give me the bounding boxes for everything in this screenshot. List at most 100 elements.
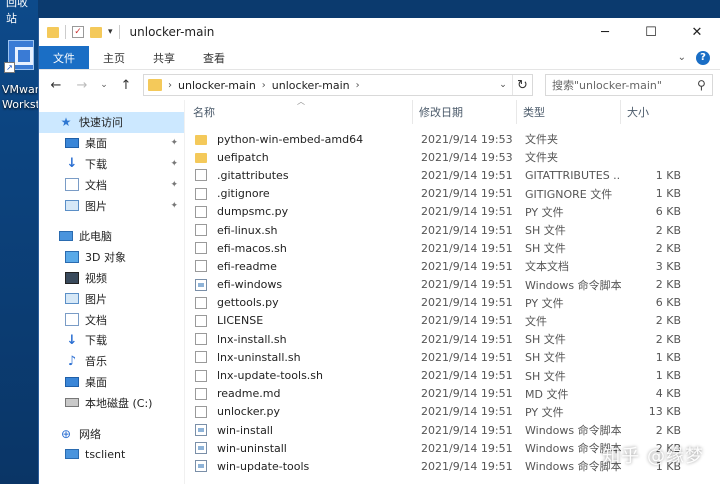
pin-icon[interactable]: ✦ [170, 159, 178, 169]
file-type: Windows 命令脚本 [525, 278, 621, 292]
sidebar-item-pictures-pc[interactable]: 图片 [39, 288, 184, 309]
file-name-cell[interactable]: win-update-tools [185, 460, 413, 473]
download-icon: ↓ [66, 156, 78, 172]
table-row[interactable]: gettools.py 2021/9/14 19:51 PY 文件 6 KB [185, 294, 720, 312]
sidebar-item-local-disk[interactable]: 本地磁盘 (C:) [39, 392, 184, 413]
file-name-cell[interactable]: .gitignore [185, 187, 413, 200]
sidebar-item-documents[interactable]: 文档 ✦ [39, 174, 184, 195]
file-date: 2021/9/14 19:51 [421, 296, 513, 310]
chevron-right-icon[interactable]: › [168, 80, 172, 91]
recent-locations-button[interactable]: ⌄ [97, 74, 111, 96]
column-header-size[interactable]: 大小 [621, 100, 685, 124]
file-size: 2 KB [655, 278, 681, 292]
file-name-cell[interactable]: efi-macos.sh [185, 242, 413, 255]
file-name-cell[interactable]: lnx-install.sh [185, 333, 413, 346]
file-name-cell[interactable]: uefipatch [185, 151, 413, 164]
file-name-cell[interactable]: win-uninstall [185, 442, 413, 455]
table-row[interactable]: uefipatch 2021/9/14 19:53 文件夹 [185, 148, 720, 166]
file-name-cell[interactable]: readme.md [185, 387, 413, 400]
file-name-cell[interactable]: efi-linux.sh [185, 224, 413, 237]
vmware-workstation-label[interactable]: VMwar Worksta [2, 82, 38, 112]
breadcrumb-segment[interactable]: unlocker-main [272, 79, 350, 92]
sidebar-item-tsclient[interactable]: tsclient [39, 444, 184, 465]
column-header-type[interactable]: 类型 [517, 100, 621, 124]
tab-share[interactable]: 共享 [139, 46, 189, 69]
file-size: 6 KB [655, 296, 681, 310]
file-name: uefipatch [217, 150, 269, 164]
table-row[interactable]: unlocker.py 2021/9/14 19:51 PY 文件 13 KB [185, 403, 720, 421]
search-box[interactable]: ⚲ [545, 74, 713, 96]
table-row[interactable]: lnx-install.sh 2021/9/14 19:51 SH 文件 2 KB [185, 330, 720, 348]
table-row[interactable]: lnx-update-tools.sh 2021/9/14 19:51 SH 文件 1… [185, 366, 720, 384]
sidebar-item-videos[interactable]: 视频 [39, 268, 184, 289]
sidebar-item-3d-objects[interactable]: 3D 对象 [39, 247, 184, 268]
table-row[interactable]: efi-windows 2021/9/14 19:51 Windows 命令脚本 2 … [185, 276, 720, 294]
file-name-cell[interactable]: lnx-update-tools.sh [185, 369, 413, 382]
help-icon[interactable]: ? [696, 50, 710, 65]
file-name-cell[interactable]: efi-windows [185, 278, 413, 291]
vmware-workstation-icon[interactable]: ↗ [4, 40, 34, 76]
tab-view[interactable]: 查看 [189, 46, 239, 69]
file-size: 1 KB [655, 350, 681, 364]
chevron-right-icon[interactable]: › [356, 80, 360, 91]
table-row[interactable]: win-install 2021/9/14 19:51 Windows 命令脚本 2 … [185, 421, 720, 439]
back-button[interactable]: ← [45, 74, 67, 96]
file-name-cell[interactable]: efi-readme [185, 260, 413, 273]
address-history-dropdown[interactable]: ⌄ [494, 75, 512, 95]
customize-qat-icon[interactable]: ▾ [108, 27, 113, 37]
file-name-cell[interactable]: .gitattributes [185, 169, 413, 182]
maximize-button[interactable]: ☐ [628, 18, 674, 46]
folder-icon[interactable] [47, 26, 59, 38]
table-row[interactable]: dumpsmc.py 2021/9/14 19:51 PY 文件 6 KB [185, 203, 720, 221]
sidebar-item-pictures[interactable]: 图片 ✦ [39, 195, 184, 216]
tab-home[interactable]: 主页 [89, 46, 139, 69]
file-name-cell[interactable]: dumpsmc.py [185, 205, 413, 218]
document-icon [65, 178, 79, 192]
table-row[interactable]: .gitignore 2021/9/14 19:51 GITIGNORE 文件 1 K… [185, 185, 720, 203]
file-name-cell[interactable]: win-install [185, 424, 413, 437]
sidebar-item-desktop-pc[interactable]: 桌面 [39, 372, 184, 393]
refresh-icon[interactable]: ↻ [512, 75, 532, 95]
up-button[interactable]: ↑ [115, 74, 137, 96]
file-name-cell[interactable]: gettools.py [185, 296, 413, 309]
properties-icon[interactable]: ✓ [72, 26, 84, 38]
file-name-cell[interactable]: python-win-embed-amd64 [185, 133, 413, 146]
file-type: SH 文件 [525, 351, 566, 365]
close-button[interactable]: ✕ [674, 18, 720, 46]
file-name-cell[interactable]: unlocker.py [185, 405, 413, 418]
sidebar-item-downloads[interactable]: ↓ 下载 ✦ [39, 154, 184, 175]
pin-icon[interactable]: ✦ [170, 201, 178, 211]
table-row[interactable]: python-win-embed-amd64 2021/9/14 19:53 文件夹 [185, 130, 720, 148]
table-row[interactable]: lnx-uninstall.sh 2021/9/14 19:51 SH 文件 1 KB [185, 348, 720, 366]
table-row[interactable]: readme.md 2021/9/14 19:51 MD 文件 4 KB [185, 385, 720, 403]
minimize-button[interactable]: ─ [582, 18, 628, 46]
breadcrumb-segment[interactable]: unlocker-main [178, 79, 256, 92]
file-name-cell[interactable]: LICENSE [185, 314, 413, 327]
sidebar-item-network[interactable]: ⊕ 网络 [39, 423, 184, 444]
search-icon[interactable]: ⚲ [697, 78, 706, 92]
sidebar-item-quick-access[interactable]: ★ 快速访问 [39, 112, 184, 133]
new-folder-icon[interactable] [90, 26, 102, 38]
sidebar-item-music[interactable]: ♪ 音乐 [39, 351, 184, 372]
chevron-right-icon[interactable]: › [262, 80, 266, 91]
sidebar-item-downloads-pc[interactable]: ↓ 下载 [39, 330, 184, 351]
search-input[interactable] [552, 78, 697, 92]
forward-button[interactable]: → [71, 74, 93, 96]
table-row[interactable]: LICENSE 2021/9/14 19:51 文件 2 KB [185, 312, 720, 330]
address-bar[interactable]: › unlocker-main › unlocker-main › ⌄ ↻ [143, 74, 533, 96]
expand-ribbon-icon[interactable]: ⌄ [678, 52, 686, 63]
sidebar-item-this-pc[interactable]: 此电脑 [39, 226, 184, 247]
pin-icon[interactable]: ✦ [170, 180, 178, 190]
file-name-cell[interactable]: lnx-uninstall.sh [185, 351, 413, 364]
file-type: GITATTRIBUTES ... [525, 168, 621, 182]
pin-icon[interactable]: ✦ [170, 138, 178, 148]
tab-file[interactable]: 文件 [39, 46, 89, 69]
table-row[interactable]: .gitattributes 2021/9/14 19:51 GITATTRIBUT… [185, 166, 720, 184]
sidebar-item-desktop[interactable]: 桌面 ✦ [39, 133, 184, 154]
recycle-bin-label[interactable]: 回收站 [6, 0, 38, 26]
table-row[interactable]: efi-macos.sh 2021/9/14 19:51 SH 文件 2 KB [185, 239, 720, 257]
table-row[interactable]: efi-linux.sh 2021/9/14 19:51 SH 文件 2 KB [185, 221, 720, 239]
column-header-date[interactable]: 修改日期 [413, 100, 517, 124]
sidebar-item-documents-pc[interactable]: 文档 [39, 309, 184, 330]
table-row[interactable]: efi-readme 2021/9/14 19:51 文本文档 3 KB [185, 257, 720, 275]
